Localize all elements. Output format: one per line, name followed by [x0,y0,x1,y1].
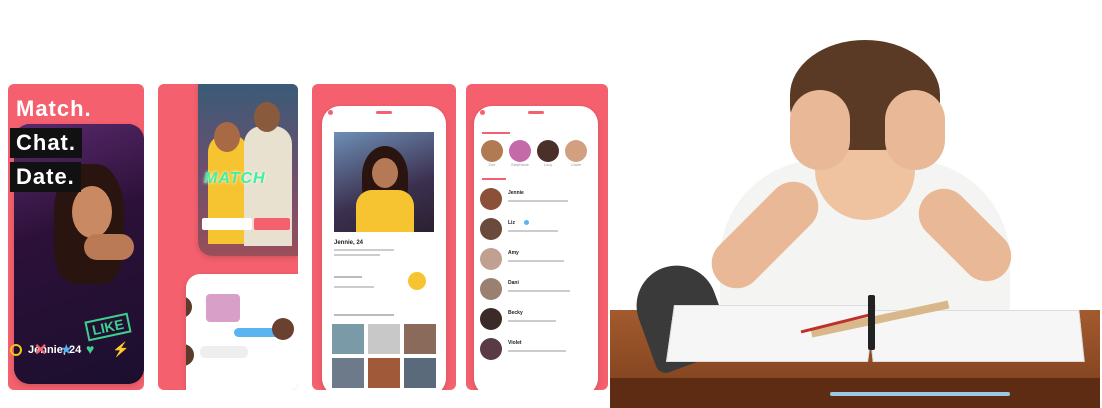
boy-left-hand [790,90,850,170]
avatar [565,140,587,162]
verified-icon [524,220,529,225]
back-icon[interactable] [480,110,485,115]
heart-icon[interactable]: ♥ [86,341,94,357]
match-name: Claire [570,162,582,167]
avatar [480,278,502,300]
message-preview [508,290,570,292]
rewind-icon[interactable] [10,344,22,356]
avatar [480,308,502,330]
avatar [480,248,502,270]
conversation-row[interactable]: Amy [480,246,592,272]
conversation-name: Violet [508,340,522,346]
message-preview [508,230,558,232]
message-preview [508,320,556,322]
action-bar: ✕ ★ ♥ ⚡ [8,340,144,362]
flame-icon [528,111,544,114]
chat-avatar-3 [186,344,194,366]
photo-thumb[interactable] [404,358,436,388]
chat-photo-attachment [206,294,240,322]
promo-panel-2: MATCH [158,84,298,390]
new-matches-heading [482,132,510,134]
new-match-item[interactable]: Claire [564,140,588,167]
conversation-row[interactable]: Becky [480,306,592,332]
tagline-chat: Chat. [10,128,82,158]
message-preview [508,350,566,352]
new-match-item[interactable]: Lucy [536,140,560,167]
boy-right-hand [885,90,945,170]
messages-heading [482,178,506,180]
conversation-name: Liz [508,220,515,226]
photo-thumb[interactable] [368,358,400,388]
profile-name: Jennie, 24 [334,240,364,246]
avatar [480,338,502,360]
profile-detail-line-2 [334,254,380,256]
match-name: Zoe [488,162,496,167]
person-2-face [254,102,280,132]
match-name: Lucy [543,162,553,167]
pen [830,392,1010,396]
photos-line [334,314,394,316]
tagline-match: Match. [16,96,92,121]
avatar [481,140,503,162]
promo-panel-4: Zoe Stephanie Lucy Claire Jennie Liz Amy… [466,84,608,390]
new-match-item[interactable]: Stephanie [508,140,532,167]
marker [868,295,875,350]
close-icon[interactable] [328,110,333,115]
stock-photo [610,10,1100,408]
conversation-name: Dani [508,280,519,286]
conversation-row[interactable]: Violet [480,336,592,362]
about-line-2 [334,286,374,288]
lightning-icon[interactable]: ⚡ [112,341,129,358]
person-top [356,190,414,232]
conversation-row[interactable]: Dani [480,276,592,302]
conversation-row[interactable]: Liz [480,216,592,242]
match-send-button[interactable] [254,218,290,230]
spotify-avatar [408,272,426,290]
avatar [480,188,502,210]
star-icon[interactable]: ★ [60,341,73,358]
photo-thumb[interactable] [404,324,436,354]
open-book-left [665,305,877,362]
conversation-row[interactable]: Jennie [480,186,592,212]
about-line [334,276,362,278]
message-preview [508,200,568,202]
profile-phone: Jennie, 24 [322,106,446,390]
new-match-item[interactable]: Zoe [480,140,504,167]
person-1-face [214,122,240,152]
avatar [480,218,502,240]
avatar [509,140,531,162]
avatar [537,140,559,162]
conversation-name: Becky [508,310,523,316]
flame-icon [376,111,392,114]
close-icon[interactable]: ✕ [34,340,47,360]
person-face [372,158,398,188]
profile-photo [334,132,434,232]
match-title: MATCH [204,170,266,187]
match-screen: MATCH [198,84,298,256]
chat-avatar-1 [186,296,192,318]
chat-phone [186,274,298,390]
person-arm [84,234,134,260]
chat-bubble-incoming [200,346,248,358]
match-message-input[interactable] [202,218,252,230]
photo-thumb[interactable] [332,358,364,388]
photo-thumb[interactable] [368,324,400,354]
message-preview [508,260,564,262]
chat-avatar-2 [272,318,294,340]
messages-phone: Zoe Stephanie Lucy Claire Jennie Liz Amy… [474,106,598,390]
person-face [72,186,112,238]
conversation-name: Amy [508,250,519,256]
conversation-name: Jennie [508,190,524,196]
promo-panel-3: Jennie, 24 [312,84,456,390]
tagline-date: Date. [10,162,81,192]
photo-thumb[interactable] [332,324,364,354]
profile-detail-line [334,249,394,251]
match-name: Stephanie [510,162,529,167]
